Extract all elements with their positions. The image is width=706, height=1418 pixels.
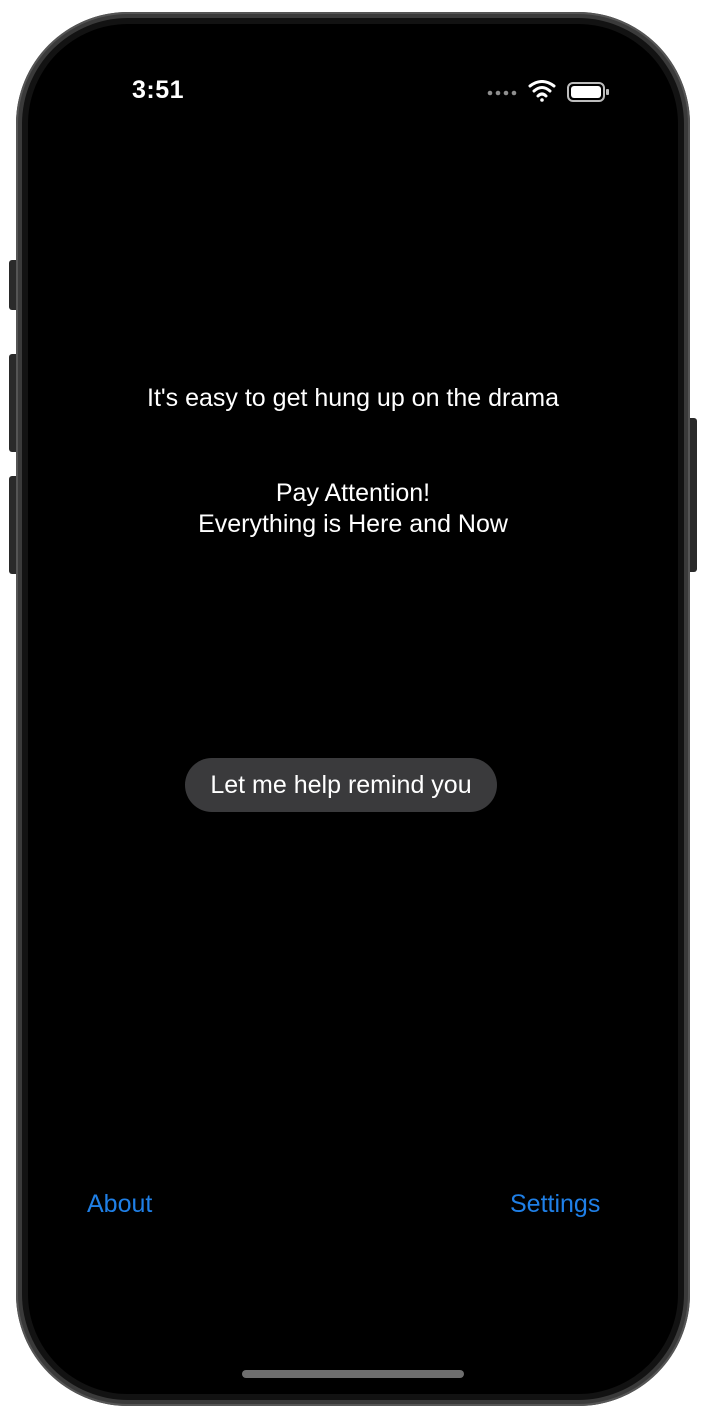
headline-line-1: Pay Attention!	[275, 479, 431, 507]
status-icons-svg	[487, 80, 609, 102]
home-indicator[interactable]	[242, 1370, 464, 1378]
wifi-icon	[528, 80, 556, 102]
settings-link[interactable]: Settings	[510, 1190, 600, 1219]
status-time: 3:51	[132, 76, 185, 104]
phone-device: 3:51 It's easy to get hung up on the dra…	[0, 0, 706, 1418]
dots-icon	[487, 90, 517, 96]
app-screen: 3:51 It's easy to get hung up on the dra…	[28, 24, 678, 1394]
battery-icon	[567, 82, 609, 102]
about-link[interactable]: About	[87, 1190, 152, 1219]
status-icons	[486, 80, 616, 104]
remind-button[interactable]: Let me help remind you	[185, 758, 497, 812]
tagline-text: It's easy to get hung up on the drama	[147, 384, 559, 412]
headline-line-2: Everything is Here and Now	[198, 510, 508, 538]
